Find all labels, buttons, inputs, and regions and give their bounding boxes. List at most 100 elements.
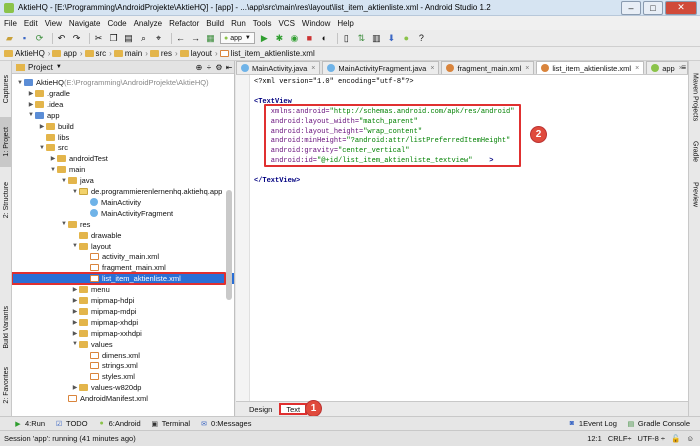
close-tab-icon[interactable]: × [525, 65, 529, 72]
expand-arrow-icon[interactable]: ▼ [71, 243, 79, 249]
run-icon[interactable]: ▶ [259, 33, 270, 44]
undo-icon[interactable]: ↶ [56, 33, 67, 44]
captures-tab[interactable]: Captures [0, 65, 12, 113]
breadcrumb-item[interactable]: AktieHQ › [4, 49, 50, 58]
tool-window-messages[interactable]: ✉ 0: Messages [200, 419, 251, 428]
tree-item[interactable]: ▼ java [12, 175, 234, 186]
favorites-tab[interactable]: 2: Favorites [0, 361, 12, 409]
forward-icon[interactable]: → [190, 33, 201, 44]
save-icon[interactable]: ▪ [19, 33, 30, 44]
tool-window-terminal[interactable]: ▣ Terminal [151, 419, 190, 428]
collapse-arrow-icon[interactable]: ▶ [71, 308, 79, 315]
paste-icon[interactable]: ▤ [123, 33, 134, 44]
expand-arrow-icon[interactable]: ▼ [60, 178, 68, 184]
tree-item[interactable]: ▼ values [12, 339, 234, 350]
run-config-select[interactable]: ● app ▼ [220, 32, 255, 44]
collapse-arrow-icon[interactable]: ▶ [49, 155, 57, 162]
menu-build[interactable]: Build [206, 19, 224, 28]
tree-item[interactable]: ▶ build [12, 121, 234, 132]
maven-projects-tab[interactable]: Maven Projects [689, 67, 700, 127]
maximize-button[interactable]: □ [643, 0, 663, 15]
collapse-arrow-icon[interactable]: ▶ [38, 123, 46, 130]
back-icon[interactable]: ← [175, 33, 186, 44]
menu-refactor[interactable]: Refactor [169, 19, 199, 28]
tree-item[interactable]: ▼ src [12, 142, 234, 153]
collapse-arrow-icon[interactable]: ▶ [71, 286, 79, 293]
minimize-button[interactable]: – [621, 0, 641, 15]
breadcrumb-item[interactable]: res › [149, 49, 178, 58]
breadcrumb-item[interactable]: main › [113, 49, 148, 58]
sdk-manager-icon[interactable]: ⬇ [386, 33, 397, 44]
inspector-icon[interactable]: ☺ [686, 434, 694, 443]
coverage-icon[interactable]: ◐ [319, 33, 330, 44]
tree-item[interactable]: ▼ main [12, 164, 234, 175]
tab-design[interactable]: Design [244, 403, 277, 415]
expand-arrow-icon[interactable]: ▼ [71, 341, 79, 347]
collapse-arrow-icon[interactable]: ▶ [27, 101, 35, 108]
tree-item[interactable]: ▶ mipmap-xhdpi [12, 317, 234, 328]
tree-item[interactable]: MainActivityFragment [12, 208, 234, 219]
tool-window-todo[interactable]: ☑ TODO [55, 419, 88, 428]
replace-icon[interactable]: ⌖ [153, 33, 164, 44]
close-tab-icon[interactable]: × [430, 65, 434, 72]
sync-view-icon[interactable]: ⊕ [194, 63, 204, 72]
expand-arrow-icon[interactable]: ▼ [27, 112, 35, 118]
collapse-arrow-icon[interactable]: ▶ [27, 90, 35, 97]
project-structure-icon[interactable]: ▥ [371, 33, 382, 44]
tree-item[interactable]: ▶ menu [12, 284, 234, 295]
avd-manager-icon[interactable]: ▯ [341, 33, 352, 44]
tree-item[interactable]: drawable [12, 230, 234, 241]
editor-tab[interactable]: list_item_aktienliste.xml × [536, 61, 645, 74]
tree-item[interactable]: strings.xml [12, 360, 234, 371]
redo-icon[interactable]: ↷ [71, 33, 82, 44]
tree-item[interactable]: ▶ mipmap-xxhdpi [12, 328, 234, 339]
menu-file[interactable]: File [4, 19, 17, 28]
close-tab-icon[interactable]: × [635, 65, 639, 72]
hide-panel-icon[interactable]: ⇤ [224, 63, 234, 72]
breadcrumb-item[interactable]: list_item_aktienliste.xml [219, 49, 315, 58]
project-tool-tab[interactable]: 1: Project [0, 117, 12, 167]
gradle-tab[interactable]: Gradle [689, 135, 700, 169]
copy-icon[interactable]: ❐ [108, 33, 119, 44]
collapse-arrow-icon[interactable]: ▶ [71, 319, 79, 326]
tree-item[interactable]: ▶ values-w820dp [12, 382, 234, 393]
tree-item[interactable]: activity_main.xml [12, 251, 234, 262]
cut-icon[interactable]: ✂ [93, 33, 104, 44]
editor-tab[interactable]: MainActivity.java × [236, 61, 321, 74]
tree-item[interactable]: ▶ .gradle [12, 88, 234, 99]
settings-icon[interactable]: ⚙ [214, 63, 224, 72]
help-icon[interactable]: ? [416, 33, 427, 44]
tree-item[interactable]: ▶ mipmap-mdpi [12, 306, 234, 317]
tree-scrollbar[interactable] [226, 190, 232, 300]
build-variants-tab[interactable]: Build Variants [0, 297, 12, 357]
sync-gradle-icon[interactable]: ⇅ [356, 33, 367, 44]
editor-tab[interactable]: MainActivityFragment.java × [322, 61, 440, 74]
line-separator[interactable]: CRLF÷ [608, 434, 632, 443]
expand-arrow-icon[interactable]: ▼ [71, 189, 79, 195]
menu-vcs[interactable]: VCS [278, 19, 294, 28]
menu-code[interactable]: Code [107, 19, 126, 28]
android-monitor-icon[interactable]: ● [401, 33, 412, 44]
tree-item[interactable]: styles.xml [12, 371, 234, 382]
menu-analyze[interactable]: Analyze [134, 19, 162, 28]
tree-item[interactable]: dimens.xml [12, 350, 234, 361]
menu-view[interactable]: View [45, 19, 62, 28]
structure-tool-tab[interactable]: 2: Structure [0, 171, 12, 229]
debug-icon[interactable]: ✱ [274, 33, 285, 44]
collapse-arrow-icon[interactable]: ▶ [71, 297, 79, 304]
collapse-all-icon[interactable]: ÷ [204, 63, 214, 72]
menu-edit[interactable]: Edit [24, 19, 38, 28]
breadcrumb-item[interactable]: app › [52, 49, 83, 58]
tree-item[interactable]: ▼ layout [12, 241, 234, 252]
tree-item[interactable]: MainActivity [12, 197, 234, 208]
menu-window[interactable]: Window [302, 19, 330, 28]
collapse-arrow-icon[interactable]: ▶ [71, 330, 79, 337]
open-folder-icon[interactable]: ▰ [4, 33, 15, 44]
tree-item[interactable]: ▶ mipmap-hdpi [12, 295, 234, 306]
tab-text[interactable]: Text [279, 403, 308, 415]
editor-tab[interactable]: fragment_main.xml × [441, 61, 535, 74]
tree-item[interactable]: ▼ AktieHQ (E:\Programming\AndroidProjekte… [12, 77, 234, 88]
expand-arrow-icon[interactable]: ▼ [16, 80, 24, 86]
expand-arrow-icon[interactable]: ▼ [60, 221, 68, 227]
tree-item[interactable]: ▼ de.programmierenlernenhq.aktiehq.app [12, 186, 234, 197]
